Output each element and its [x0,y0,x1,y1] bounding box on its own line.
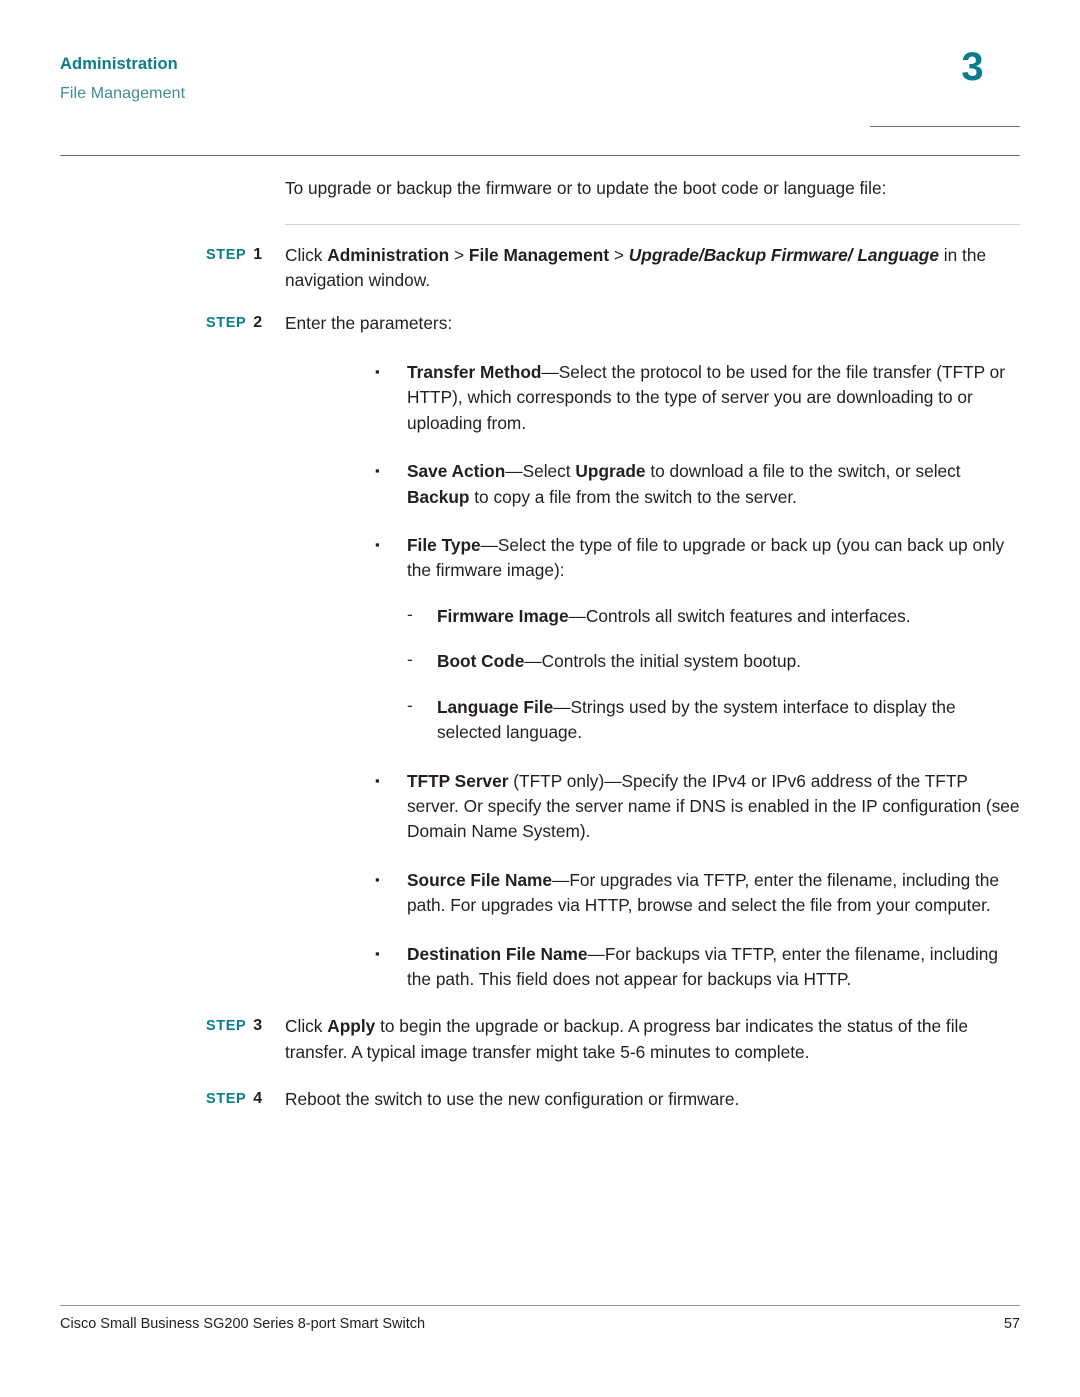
step-4-text: Reboot the switch to use the new configu… [285,1089,740,1110]
list-item: - Language File—Strings used by the syst… [285,695,1020,746]
page-header: Administration File Management 3 [60,45,1020,103]
term-save-action: Save Action [407,461,506,482]
step-4-number: 4 [253,1090,263,1108]
step-1-text: Click Administration > File Management >… [285,243,1020,294]
step-2-text: Enter the parameters: [285,313,453,334]
subbullet-language-file: Language File—Strings used by the system… [437,695,1020,746]
step-2-number: 2 [253,314,263,332]
step-3-bold-apply: Apply [327,1016,376,1037]
desc-save-action-3: to copy a file from the switch to the se… [469,486,797,507]
step-1-bold-admin: Administration [327,244,450,265]
closing-steps: STEP 3 Click Apply to begin the upgrade o… [60,1014,1020,1112]
step-3-text-a: Click [285,1016,328,1037]
term-file-type: File Type [407,534,481,555]
bullet-text-transfer-method: Transfer Method—Select the protocol to b… [407,360,1020,436]
desc-save-action-bold-upgrade: Upgrade [575,461,646,482]
list-item: - Boot Code—Controls the initial system … [285,649,1020,674]
step-1-bold-filemgmt: File Management [468,244,610,265]
intro-divider [285,223,1020,225]
subbullet-firmware-image: Firmware Image—Controls all switch featu… [437,604,1020,629]
step-3-label-text: STEP [206,1018,247,1035]
step-1: STEP 1 Click Administration > File Manage… [60,243,1020,294]
chapter-number: 3 [961,45,984,89]
step-1-text-e: > [609,244,629,265]
term-boot-code: Boot Code [437,651,525,672]
bullet-marker-icon: ▪ [375,363,380,379]
dash-marker-icon: - [407,604,413,624]
desc-save-action-bold-backup: Backup [407,486,470,507]
bullet-marker-icon: ▪ [375,945,380,961]
step-1-number: 1 [253,245,263,263]
header-title: Administration [60,55,178,73]
term-firmware-image: Firmware Image [437,605,569,626]
footer-rule [60,1305,1020,1306]
term-destination-file-name: Destination File Name [407,943,588,964]
bullet-text-source-file-name: Source File Name—For upgrades via TFTP, … [407,868,1020,919]
intro-paragraph: To upgrade or backup the firmware or to … [285,178,887,198]
bullet-text-tftp-server: TFTP Server (TFTP only)—Specify the IPv4… [407,769,1020,845]
step-1-text-a: Click [285,244,328,265]
step-1-label-text: STEP [206,246,247,263]
list-item: ▪ Save Action—Select Upgrade to download… [285,459,1020,510]
file-type-options: - Firmware Image—Controls all switch fea… [285,604,1020,746]
term-language-file: Language File [437,696,554,717]
step-1-italic-upgrade: Upgrade/Backup Firmware/ Language [628,244,939,265]
step-3-text-c: to begin the upgrade or backup. A progre… [285,1016,969,1062]
header-subtitle: File Management [60,85,186,102]
desc-save-action-1: —Select [505,461,576,482]
step-4-label-text: STEP [206,1091,247,1108]
header-rule [60,155,1020,156]
dash-marker-icon: - [407,695,413,715]
step-3-number: 3 [253,1017,263,1035]
list-item: - Firmware Image—Controls all switch fea… [285,604,1020,629]
step-2: STEP 2 Enter the parameters: [60,311,1020,336]
step-1-label: STEP 1 [60,243,285,294]
step-3-label: STEP 3 [60,1014,285,1065]
bullet-text-file-type: File Type—Select the type of file to upg… [407,533,1020,584]
bullet-marker-icon: ▪ [375,463,380,479]
step-2-label: STEP 2 [60,311,285,336]
term-source-file-name: Source File Name [407,869,553,890]
step-4-label: STEP 4 [60,1087,285,1112]
bullet-marker-icon: ▪ [375,772,380,788]
chapter-rule [870,126,1020,127]
document-page: Administration File Management 3 To upgr… [0,0,1080,1397]
subbullet-boot-code: Boot Code—Controls the initial system bo… [437,649,1020,674]
parameter-list: ▪ Transfer Method—Select the protocol to… [285,360,1020,993]
footer-page-number: 57 [1003,1316,1020,1332]
step-1-text-c: > [449,244,469,265]
list-item: ▪ TFTP Server (TFTP only)—Specify the IP… [285,769,1020,845]
term-transfer-method: Transfer Method [407,361,542,382]
bullet-text-destination-file-name: Destination File Name—For backups via TF… [407,942,1020,993]
step-4: STEP 4 Reboot the switch to use the new c… [60,1087,1020,1112]
dash-marker-icon: - [407,650,413,670]
desc-firmware-image: —Controls all switch features and interf… [568,605,911,626]
step-3-text: Click Apply to begin the upgrade or back… [285,1014,1020,1065]
desc-save-action-2: to download a file to the switch, or sel… [645,461,961,482]
list-item: ▪ Destination File Name—For backups via … [285,942,1020,993]
desc-boot-code: —Controls the initial system bootup. [524,651,801,672]
page-content: To upgrade or backup the firmware or to … [60,176,1020,1113]
list-item: ▪ Transfer Method—Select the protocol to… [285,360,1020,436]
list-item: ▪ Source File Name—For upgrades via TFTP… [285,868,1020,919]
bullet-text-save-action: Save Action—Select Upgrade to download a… [407,459,1020,510]
bullet-marker-icon: ▪ [375,871,380,887]
step-3: STEP 3 Click Apply to begin the upgrade o… [60,1014,1020,1065]
bullet-marker-icon: ▪ [375,536,380,552]
step-2-label-text: STEP [206,315,247,332]
term-tftp-server: TFTP Server [407,770,509,791]
desc-file-type: —Select the type of file to upgrade or b… [407,534,1005,581]
list-item: ▪ File Type—Select the type of file to u… [285,533,1020,584]
